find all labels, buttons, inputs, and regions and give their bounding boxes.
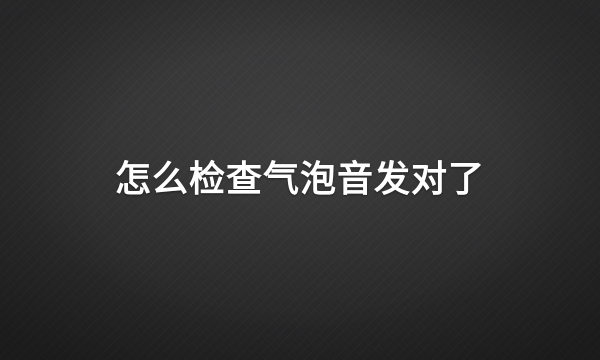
card-title: 怎么检查气泡音发对了 <box>114 159 485 200</box>
title-card: 怎么检查气泡音发对了 <box>0 0 600 360</box>
